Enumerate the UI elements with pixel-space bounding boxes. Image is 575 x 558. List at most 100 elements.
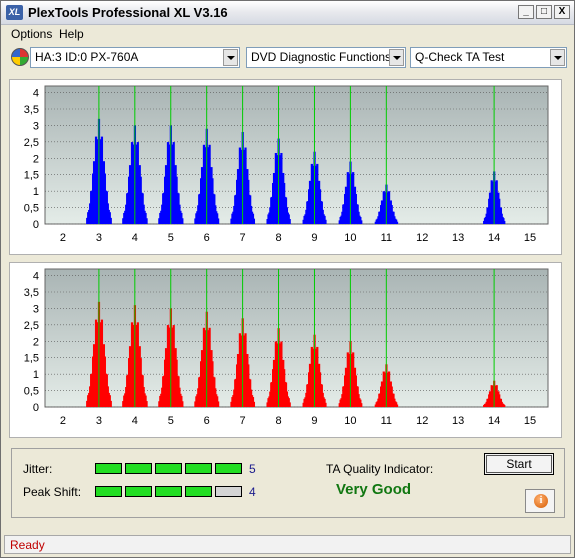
x-tick-label: 8	[275, 415, 281, 427]
function-select[interactable]: DVD Diagnostic Functions	[246, 47, 406, 68]
y-tick-label: 1,5	[24, 353, 39, 365]
app-logo-icon: XL	[6, 5, 23, 20]
x-tick-label: 8	[275, 232, 281, 244]
results-panel	[11, 448, 565, 518]
peak-shift-meter-segment	[215, 486, 242, 497]
x-tick-label: 4	[132, 415, 138, 427]
histogram-bar	[360, 220, 363, 224]
bottom-histogram-chart: 4 3,5 3 2,5 2 1,5 1 0,5 0 2 3 4 5 6 7 8 9 10 11 12 13 14 15	[24, 268, 549, 427]
status-bar: Ready	[4, 535, 571, 554]
x-tick-label: 12	[416, 415, 428, 427]
x-tick-label: 11	[381, 415, 392, 427]
x-tick-label: 9	[311, 232, 317, 244]
y-tick-label: 3	[33, 120, 39, 132]
info-button[interactable]: i	[525, 489, 555, 513]
x-tick-label: 13	[452, 232, 464, 244]
y-tick-label: 3	[33, 303, 39, 315]
x-tick-label: 14	[488, 232, 500, 244]
histogram-bar	[288, 402, 291, 407]
histogram-bar	[109, 217, 112, 224]
jitter-meter-segment	[155, 463, 182, 474]
status-text: Ready	[10, 538, 45, 552]
info-icon: i	[534, 494, 548, 508]
test-select[interactable]: Q-Check TA Test	[410, 47, 567, 68]
y-tick-label: 2	[33, 153, 39, 165]
x-tick-label: 12	[416, 232, 428, 244]
x-tick-label: 11	[381, 232, 392, 244]
disc-drive-icon	[11, 48, 29, 66]
quality-indicator-label: TA Quality Indicator:	[326, 462, 434, 476]
bottom-chart-panel: 4 3,5 3 2,5 2 1,5 1 0,5 0 2 3 4 5 6 7 8 9 10 11 12 13 14 15	[9, 262, 562, 438]
x-tick-label: 2	[60, 415, 66, 427]
histogram-bar	[217, 401, 220, 407]
plot-area	[44, 268, 549, 408]
x-tick-label: 7	[240, 232, 246, 244]
histogram-bar	[145, 401, 148, 407]
histogram-bar	[109, 400, 112, 407]
jitter-meter-segment	[215, 463, 242, 474]
peak-shift-label: Peak Shift:	[23, 485, 82, 499]
top-histogram-chart: 4 3,5 3 2,5 2 1,5 1 0,5 0 2 3 4 5 6 7 8 9 10 11 12 13 14 15	[24, 85, 549, 244]
histogram-bar	[145, 218, 148, 224]
jitter-value: 5	[249, 462, 256, 476]
start-button[interactable]: Start	[484, 453, 554, 475]
histogram-bar	[360, 403, 363, 407]
histogram-bar	[217, 218, 220, 224]
main-window: XL PlexTools Professional XL V3.16 _ □ X…	[0, 0, 575, 558]
histogram-bar	[324, 402, 327, 407]
x-tick-label: 3	[96, 415, 102, 427]
peak-shift-meter-segment	[185, 486, 212, 497]
y-tick-label: 2,5	[24, 320, 39, 332]
x-tick-label: 7	[240, 415, 246, 427]
histogram-bar	[503, 220, 506, 224]
menu-help[interactable]: Help	[59, 27, 84, 41]
histogram-bar	[181, 401, 184, 407]
chevron-down-icon[interactable]	[389, 49, 404, 66]
peak-shift-meter-segment	[95, 486, 122, 497]
x-tick-label: 5	[168, 232, 174, 244]
histogram-bar	[395, 404, 399, 407]
menu-options[interactable]: Options	[11, 27, 52, 41]
menu-bar: Options Help	[1, 25, 574, 44]
jitter-meter-segment	[125, 463, 152, 474]
test-select-value: Q-Check TA Test	[415, 50, 505, 64]
jitter-label: Jitter:	[23, 462, 53, 476]
minimize-button[interactable]: _	[518, 5, 534, 19]
x-tick-label: 15	[524, 232, 536, 244]
y-tick-label: 0	[33, 219, 39, 231]
histogram-bar	[181, 218, 184, 224]
x-tick-label: 10	[344, 232, 356, 244]
plot-area	[44, 85, 549, 225]
x-tick-label: 14	[488, 415, 500, 427]
y-tick-label: 1	[33, 186, 39, 198]
y-tick-label: 4	[33, 88, 39, 100]
x-tick-label: 9	[311, 415, 317, 427]
y-tick-label: 0,5	[24, 203, 39, 215]
quality-indicator-value: Very Good	[336, 481, 412, 498]
x-tick-label: 13	[452, 415, 464, 427]
y-tick-label: 4	[33, 271, 39, 283]
x-tick-label: 6	[204, 232, 210, 244]
drive-select[interactable]: HA:3 ID:0 PX-760A	[30, 47, 240, 68]
histogram-bar	[252, 218, 256, 224]
x-tick-label: 15	[524, 415, 536, 427]
chevron-down-icon[interactable]	[550, 49, 565, 66]
y-tick-label: 3,5	[24, 287, 39, 299]
peak-shift-meter-segment	[155, 486, 182, 497]
title-bar: XL PlexTools Professional XL V3.16 _ □ X	[1, 1, 574, 25]
histogram-bar	[324, 219, 327, 224]
function-select-value: DVD Diagnostic Functions	[251, 50, 392, 64]
maximize-button[interactable]: □	[536, 5, 552, 19]
y-tick-label: 1,5	[24, 170, 39, 182]
y-tick-label: 0	[33, 402, 39, 414]
x-tick-label: 5	[168, 415, 174, 427]
x-tick-label: 2	[60, 232, 66, 244]
y-tick-label: 1	[33, 369, 39, 381]
y-tick-label: 0,5	[24, 386, 39, 398]
peak-shift-meter-segment	[125, 486, 152, 497]
chevron-down-icon[interactable]	[223, 49, 238, 66]
jitter-meter-segment	[185, 463, 212, 474]
jitter-meter-segment	[95, 463, 122, 474]
close-button[interactable]: X	[554, 5, 570, 19]
peak-shift-value: 4	[249, 485, 256, 499]
